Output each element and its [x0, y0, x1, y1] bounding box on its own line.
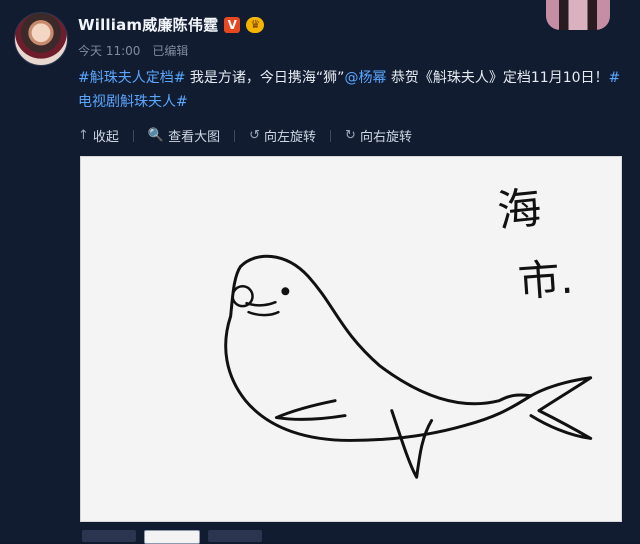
post-image[interactable]: 海 市. — [80, 156, 622, 522]
handwriting-line-1: 海 — [495, 182, 544, 237]
avatar[interactable] — [14, 12, 68, 66]
thumbnail[interactable] — [208, 530, 262, 542]
rotate-right-button[interactable]: ↻ 向右旋转 — [345, 126, 412, 145]
post-text-part1: 我是方诸，今日携海“狮” — [185, 70, 345, 86]
view-large-button[interactable]: 🔍 查看大图 — [148, 126, 220, 145]
post-text-part2: 恭贺《斛珠夫人》定档11月10日！ — [386, 70, 609, 86]
thumbnail-strip — [82, 530, 262, 544]
post-content: #斛珠夫人定档# 我是方诸，今日携海“狮”@杨幂 恭贺《斛珠夫人》定档11月10… — [78, 66, 626, 114]
toolbar-divider — [132, 129, 134, 142]
toolbar-divider — [234, 129, 236, 142]
toolbar-divider — [330, 129, 332, 142]
post-meta: 今天 11:00 已编辑 — [78, 42, 188, 59]
rotate-left-label: 向左旋转 — [264, 130, 317, 145]
thumbnail-active[interactable] — [144, 530, 200, 544]
post-time[interactable]: 今天 11:00 — [78, 42, 140, 59]
rotate-right-icon: ↻ — [345, 128, 356, 143]
weibo-post: William威廉陈伟霆 V ♛ 今天 11:00 已编辑 #斛珠夫人定档# 我… — [0, 0, 640, 544]
rotate-right-label: 向右旋转 — [359, 130, 412, 145]
crown-badge-icon: ♛ — [246, 16, 265, 33]
image-toolbar: ↑ 收起 🔍 查看大图 ↺ 向左旋转 ↻ 向右旋转 — [78, 126, 412, 145]
username[interactable]: William威廉陈伟霆 — [78, 14, 218, 35]
handwriting-line-2: 市. — [516, 253, 574, 306]
mention-link[interactable]: @杨幂 — [344, 70, 386, 86]
top-right-avatar[interactable] — [546, 0, 610, 30]
thumbnail[interactable] — [82, 530, 136, 542]
search-icon: 🔍 — [147, 128, 165, 143]
rotate-left-icon: ↺ — [249, 128, 261, 143]
rotate-left-button[interactable]: ↺ 向左旋转 — [249, 126, 316, 145]
view-large-label: 查看大图 — [168, 130, 221, 145]
verified-badge-icon: V — [224, 16, 241, 33]
name-row: William威廉陈伟霆 V ♛ — [78, 14, 265, 35]
seal-drawing: 海 市. — [224, 182, 593, 479]
edited-label: 已编辑 — [152, 44, 189, 58]
collapse-label: 收起 — [92, 130, 119, 145]
collapse-icon: ↑ — [78, 128, 89, 143]
collapse-button[interactable]: ↑ 收起 — [78, 126, 119, 145]
hashtag-link[interactable]: #斛珠夫人定档# — [78, 70, 185, 86]
